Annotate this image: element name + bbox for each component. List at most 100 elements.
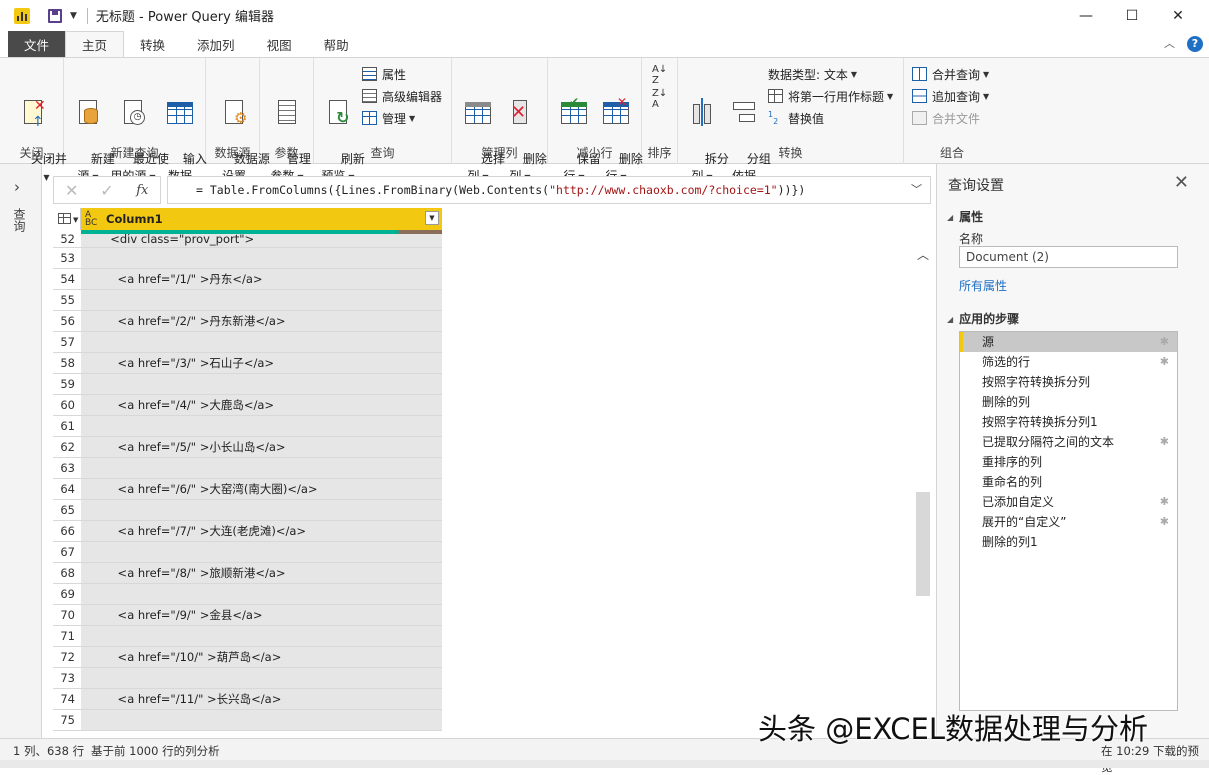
row-number[interactable]: 52 — [53, 233, 81, 247]
row-number[interactable]: 54 — [53, 269, 81, 289]
table-cell[interactable]: <a href="/5/" >小长山岛</a> — [81, 437, 442, 457]
all-properties-link[interactable]: 所有属性 — [959, 277, 1007, 294]
row-number[interactable]: 68 — [53, 563, 81, 583]
manage-query-button[interactable]: 管理 ▼ — [362, 108, 415, 128]
table-cell[interactable]: <a href="/8/" >旅顺新港</a> — [81, 563, 442, 583]
applied-step[interactable]: 重命名的列 — [960, 472, 1177, 492]
quick-access-dropdown-icon[interactable]: ▼ — [70, 11, 77, 21]
row-number[interactable]: 58 — [53, 353, 81, 373]
table-row[interactable]: 73 — [53, 668, 442, 689]
formula-input[interactable]: = Table.FromColumns({Lines.FromBinary(We… — [167, 176, 931, 204]
table-cell[interactable] — [81, 332, 442, 352]
table-cell[interactable] — [81, 500, 442, 520]
applied-step[interactable]: 已提取分隔符之间的文本 ✱ — [960, 432, 1177, 452]
table-row[interactable]: 64 <a href="/6/" >大窑湾(南大圈)</a> — [53, 479, 442, 500]
queries-pane-label[interactable]: 查询 — [12, 208, 28, 232]
table-row[interactable]: 72 <a href="/10/" >葫芦岛</a> — [53, 647, 442, 668]
sort-descending-icon[interactable]: Z↓ A — [652, 88, 667, 110]
table-cell[interactable]: <a href="/6/" >大窑湾(南大圈)</a> — [81, 479, 442, 499]
query-name-input[interactable]: Document (2) — [959, 246, 1178, 268]
fx-icon[interactable]: fx — [125, 183, 160, 198]
tab-file[interactable]: 文件 — [8, 31, 66, 57]
row-number[interactable]: 65 — [53, 500, 81, 520]
data-type-dropdown[interactable]: 数据类型: 文本 ▼ — [768, 64, 857, 84]
applied-step[interactable]: 筛选的行 ✱ — [960, 352, 1177, 372]
table-menu-button[interactable]: ▼ — [53, 208, 81, 230]
tab-home[interactable]: 主页 — [65, 31, 125, 57]
row-number[interactable]: 70 — [53, 605, 81, 625]
table-row[interactable]: 66 <a href="/7/" >大连(老虎滩)</a> — [53, 521, 442, 542]
row-number[interactable]: 69 — [53, 584, 81, 604]
advanced-editor-button[interactable]: 高级编辑器 — [362, 86, 442, 106]
column-header-column1[interactable]: A BC Column1 ▼ — [81, 208, 442, 230]
table-row[interactable]: 60 <a href="/4/" >大鹿岛</a> — [53, 395, 442, 416]
step-settings-gear-icon[interactable]: ✱ — [1160, 492, 1169, 512]
properties-button[interactable]: 属性 — [362, 64, 406, 84]
scrollbar-thumb[interactable] — [916, 492, 930, 596]
scroll-up-icon[interactable]: ︿ — [917, 246, 929, 263]
table-row[interactable]: 75 — [53, 710, 442, 731]
table-row[interactable]: 55 — [53, 290, 442, 311]
row-number[interactable]: 71 — [53, 626, 81, 646]
table-cell[interactable] — [81, 668, 442, 688]
table-row[interactable]: 70 <a href="/9/" >金县</a> — [53, 605, 442, 626]
table-cell[interactable]: <a href="/10/" >葫芦岛</a> — [81, 647, 442, 667]
step-settings-gear-icon[interactable]: ✱ — [1160, 332, 1169, 352]
expand-queries-chevron-icon[interactable]: › — [14, 178, 20, 196]
applied-step[interactable]: 展开的“自定义” ✱ — [960, 512, 1177, 532]
row-number[interactable]: 55 — [53, 290, 81, 310]
table-row[interactable]: 63 — [53, 458, 442, 479]
table-cell[interactable] — [81, 290, 442, 310]
table-row[interactable]: 74 <a href="/11/" >长兴岛</a> — [53, 689, 442, 710]
applied-steps-section[interactable]: 应用的步骤 — [947, 310, 1019, 327]
minimize-button[interactable]: — — [1063, 0, 1109, 31]
applied-step[interactable]: 已添加自定义 ✱ — [960, 492, 1177, 512]
properties-section[interactable]: 属性 — [947, 208, 983, 225]
row-number[interactable]: 59 — [53, 374, 81, 394]
table-row[interactable]: 62 <a href="/5/" >小长山岛</a> — [53, 437, 442, 458]
grid-vertical-scrollbar[interactable]: ︿ — [915, 240, 931, 738]
step-settings-gear-icon[interactable]: ✱ — [1160, 512, 1169, 532]
text-type-icon[interactable]: A BC — [85, 211, 97, 228]
row-number[interactable]: 62 — [53, 437, 81, 457]
row-number[interactable]: 53 — [53, 248, 81, 268]
table-cell[interactable]: <a href="/3/" >石山子</a> — [81, 353, 442, 373]
table-cell[interactable]: <a href="/7/" >大连(老虎滩)</a> — [81, 521, 442, 541]
help-icon[interactable]: ? — [1187, 36, 1203, 52]
row-number[interactable]: 63 — [53, 458, 81, 478]
table-cell[interactable]: <a href="/1/" >丹东</a> — [81, 269, 442, 289]
table-row[interactable]: 61 — [53, 416, 442, 437]
table-cell[interactable]: <a href="/9/" >金县</a> — [81, 605, 442, 625]
table-cell[interactable] — [81, 626, 442, 646]
table-row[interactable]: 59 — [53, 374, 442, 395]
use-first-row-headers-button[interactable]: 将第一行用作标题 ▼ — [768, 86, 893, 106]
table-row[interactable]: 58 <a href="/3/" >石山子</a> — [53, 353, 442, 374]
table-cell[interactable] — [81, 248, 442, 268]
table-cell[interactable]: <a href="/11/" >长兴岛</a> — [81, 689, 442, 709]
applied-step[interactable]: 按照字符转换拆分列 — [960, 372, 1177, 392]
table-row[interactable]: 56 <a href="/2/" >丹东新港</a> — [53, 311, 442, 332]
merge-queries-button[interactable]: 合并查询 ▼ — [912, 64, 989, 84]
save-icon[interactable] — [48, 8, 62, 23]
applied-step[interactable]: 删除的列1 — [960, 532, 1177, 552]
tab-view[interactable]: 视图 — [251, 31, 308, 57]
table-row[interactable]: 67 — [53, 542, 442, 563]
table-cell[interactable] — [81, 416, 442, 436]
tab-transform[interactable]: 转换 — [124, 31, 181, 57]
combine-files-button[interactable]: 合并文件 — [912, 108, 980, 128]
row-number[interactable]: 72 — [53, 647, 81, 667]
table-cell[interactable]: <a href="/4/" >大鹿岛</a> — [81, 395, 442, 415]
step-settings-gear-icon[interactable]: ✱ — [1160, 432, 1169, 452]
close-window-button[interactable]: ✕ — [1155, 0, 1201, 31]
replace-values-button[interactable]: 1 2 替换值 — [768, 108, 824, 128]
table-cell[interactable] — [81, 542, 442, 562]
table-row[interactable]: 53 — [53, 248, 442, 269]
expand-formula-chevron-icon[interactable]: ﹀ — [911, 177, 922, 203]
append-queries-button[interactable]: 追加查询 ▼ — [912, 86, 989, 106]
row-number[interactable]: 57 — [53, 332, 81, 352]
row-number[interactable]: 66 — [53, 521, 81, 541]
row-number[interactable]: 64 — [53, 479, 81, 499]
collapse-ribbon-icon[interactable]: ︿ — [1164, 35, 1175, 51]
table-row[interactable]: 68 <a href="/8/" >旅顺新港</a> — [53, 563, 442, 584]
table-cell[interactable] — [81, 374, 442, 394]
